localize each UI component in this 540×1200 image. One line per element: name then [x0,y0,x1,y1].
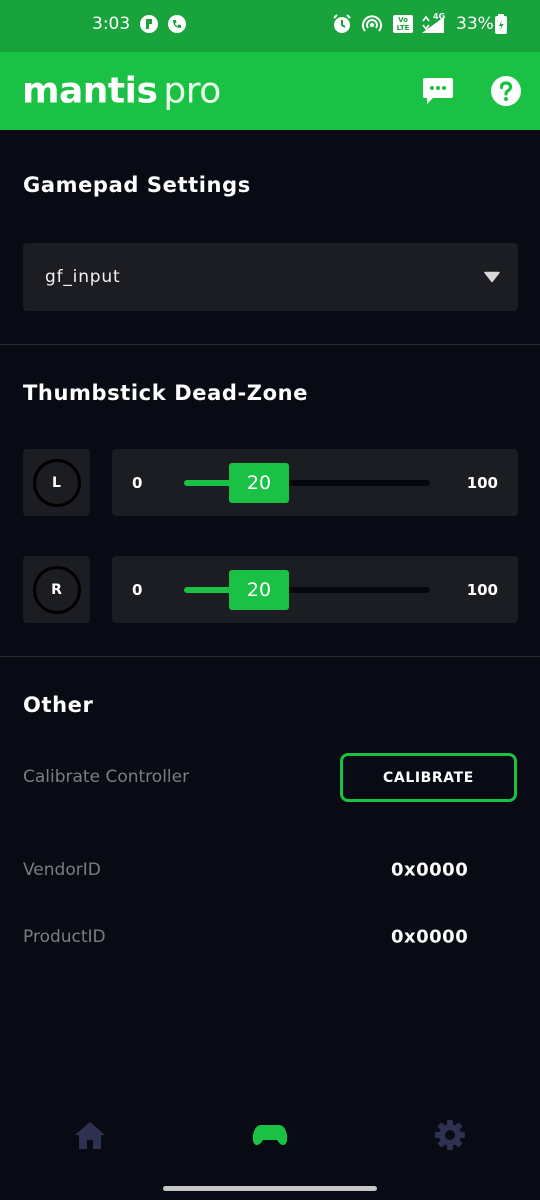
slider-track[interactable] [184,586,430,593]
other-title: Other [23,693,94,717]
app-notification-icon [138,13,160,35]
slider-track[interactable] [184,479,430,486]
vendor-id-label: VendorID [23,860,101,880]
help-button[interactable] [489,74,523,108]
help-icon [491,76,521,106]
volte-icon: Vo LTE [392,13,414,35]
nav-home[interactable] [74,1120,106,1150]
home-icon [75,1122,105,1149]
volte-label: Vo LTE [396,16,410,32]
app-logo-sub: pro [163,70,221,112]
chat-icon [423,78,453,104]
slider-thumb[interactable]: 20 [229,569,289,610]
vendor-id-value: 0x0000 [391,859,469,881]
status-time: 3:03 [92,14,131,34]
calibrate-label: Calibrate Controller [23,767,190,787]
input-device-value: gf_input [45,267,121,287]
left-stick-button[interactable]: L [23,449,90,516]
hotspot-icon [361,13,383,35]
right-stick-label: R [32,565,81,614]
call-icon [166,13,188,35]
left-stick-label: L [32,458,81,507]
signal-4g-icon: 4G [420,12,450,35]
product-id-value: 0x0000 [391,926,469,948]
deadzone-title: Thumbstick Dead-Zone [23,381,309,405]
chat-button[interactable] [421,74,455,108]
left-deadzone-slider: 0 20 100 [112,449,518,516]
right-deadzone-slider: 0 20 100 [112,556,518,623]
right-stick-button[interactable]: R [23,556,90,623]
slider-thumb[interactable]: 20 [229,462,289,503]
battery-icon [494,13,508,35]
bottom-navigation [0,1090,540,1180]
app-bar: mantis pro [0,52,540,130]
slider-max: 100 [466,580,498,599]
alarm-icon [331,13,353,35]
settings-icon [435,1120,465,1150]
gamepad-settings-title: Gamepad Settings [23,173,251,197]
calibrate-button[interactable]: CALIBRATE [340,753,517,802]
battery-percent: 33% [456,14,494,34]
app-logo: mantis pro [22,71,221,112]
status-bar: 3:03 Vo LTE 4G 33% [0,0,540,52]
slider-min: 0 [132,473,143,492]
caret-down-icon [484,268,500,287]
product-id-label: ProductID [23,927,106,947]
network-type: 4G [433,12,446,21]
slider-max: 100 [466,473,498,492]
divider [0,344,540,345]
nav-gamepad[interactable] [252,1123,288,1147]
app-logo-main: mantis [22,70,158,112]
input-device-dropdown[interactable]: gf_input [23,243,518,311]
gamepad-icon [252,1125,288,1145]
home-indicator[interactable] [163,1186,377,1191]
nav-settings[interactable] [434,1119,466,1151]
divider [0,656,540,657]
slider-min: 0 [132,580,143,599]
